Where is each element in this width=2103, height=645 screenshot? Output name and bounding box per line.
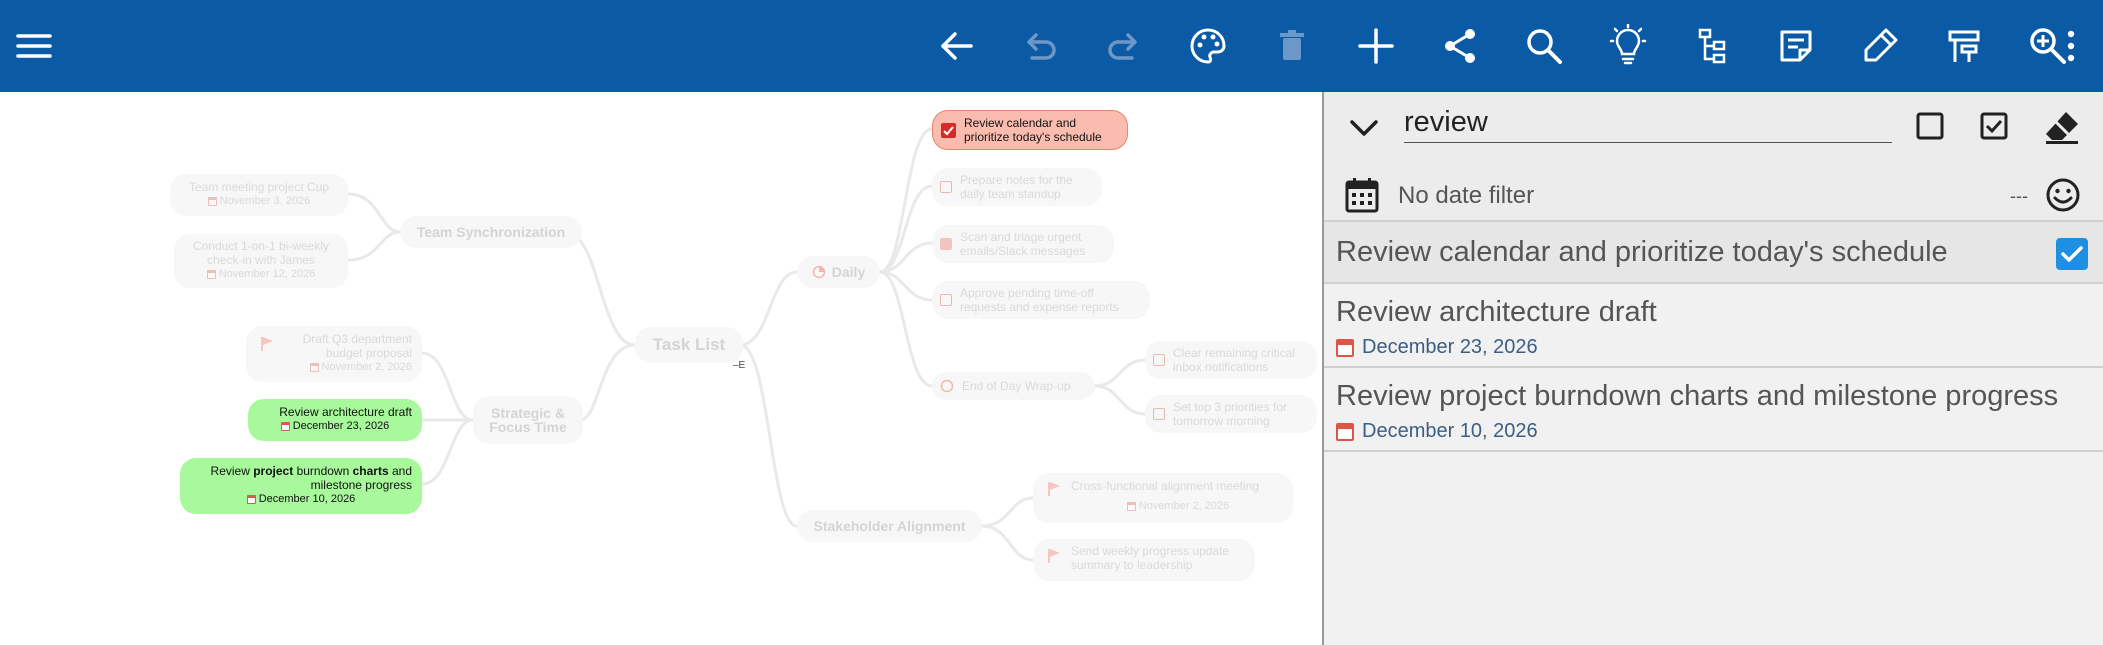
smiley-icon[interactable] (2044, 176, 2082, 214)
flag-icon (261, 337, 273, 351)
calendar-icon (1336, 422, 1354, 441)
calendar-icon (206, 269, 216, 279)
checkbox-icon[interactable] (940, 294, 952, 306)
redo-icon[interactable] (1100, 22, 1148, 70)
checkbox-icon[interactable] (1153, 354, 1165, 366)
result-checkbox-checked[interactable] (2056, 238, 2088, 270)
calendar-icon[interactable] (1344, 176, 1380, 214)
node-weekly-update[interactable]: Send weekly progress update summary to l… (1033, 539, 1255, 581)
eraser-icon[interactable] (2042, 106, 2082, 146)
date-filter-label[interactable]: No date filter (1398, 182, 1534, 210)
branch-daily[interactable]: Daily (797, 256, 880, 288)
share-icon[interactable] (1436, 22, 1484, 70)
search-input[interactable]: review (1404, 104, 1892, 143)
palette-icon[interactable] (1184, 22, 1232, 70)
node-cross-functional[interactable]: Cross-functional alignment meeting Novem… (1033, 473, 1293, 523)
search-panel: review No date filter --- Review calenda… (1322, 92, 2103, 645)
back-icon[interactable] (933, 22, 981, 70)
search-result-row[interactable]: Review calendar and prioritize today's s… (1324, 222, 2103, 284)
layout-icon[interactable] (1940, 22, 1988, 70)
node-review-calendar[interactable]: Review calendar and prioritize today's s… (932, 110, 1128, 150)
chevron-down-icon[interactable] (1344, 108, 1384, 148)
progress-icon (940, 379, 954, 393)
node-prepare-notes[interactable]: Prepare notes for the daily team standup (932, 168, 1102, 206)
node-approve-timeoff[interactable]: Approve pending time-off requests and ex… (932, 281, 1150, 319)
branch-end-of-day[interactable]: End of Day Wrap-up (932, 372, 1095, 400)
node-scan-emails[interactable]: Scan and triage urgent emails/Slack mess… (932, 225, 1114, 263)
calendar-icon (1126, 501, 1136, 511)
pen-icon[interactable] (1856, 22, 1904, 70)
calendar-icon (207, 196, 217, 206)
node-review-architecture[interactable]: Review architecture draft December 23, 2… (248, 399, 422, 441)
mindmap-canvas[interactable]: Task List –E Team Synchronization Team m… (0, 92, 1322, 645)
checkbox-empty-filter-icon[interactable] (1912, 108, 1948, 144)
lightbulb-icon[interactable] (1604, 22, 1652, 70)
menu-icon[interactable] (10, 22, 58, 70)
search-result-row[interactable]: Review project burndown charts and miles… (1324, 368, 2103, 452)
flag-icon (1048, 482, 1060, 496)
undo-icon[interactable] (1016, 22, 1064, 70)
date-filter-dash: --- (2010, 186, 2028, 206)
branch-team-synchronization[interactable]: Team Synchronization (400, 216, 582, 248)
app-toolbar (0, 0, 2103, 92)
checkbox-icon[interactable] (1153, 408, 1165, 420)
node-review-burndown[interactable]: Review project burndown charts and miles… (180, 458, 422, 514)
root-node[interactable]: Task List (635, 327, 743, 363)
calendar-icon (309, 362, 319, 372)
node-one-on-one[interactable]: Conduct 1-on-1 bi-weekly check-in with J… (174, 234, 348, 288)
tree-icon[interactable] (1688, 22, 1736, 70)
node-clear-inbox[interactable]: Clear remaining critical inbox notificat… (1145, 341, 1317, 379)
node-set-priorities[interactable]: Set top 3 priorities for tomorrow mornin… (1145, 395, 1317, 433)
collapse-marker[interactable]: –E (733, 360, 745, 371)
checkbox-checked-icon[interactable] (940, 238, 952, 250)
search-header: review No date filter --- (1324, 92, 2103, 222)
checkbox-icon[interactable] (940, 181, 952, 193)
checkbox-checked-icon[interactable] (941, 122, 956, 138)
calendar-icon (1336, 338, 1354, 357)
calendar-icon (280, 421, 290, 431)
note-icon[interactable] (1772, 22, 1820, 70)
trash-icon[interactable] (1268, 22, 1316, 70)
more-icon[interactable] (2047, 22, 2095, 70)
search-result-row[interactable]: Review architecture draft December 23, 2… (1324, 284, 2103, 368)
add-icon[interactable] (1352, 22, 1400, 70)
progress-icon (812, 265, 826, 279)
branch-stakeholder-alignment[interactable]: Stakeholder Alignment (797, 510, 982, 542)
calendar-icon (246, 494, 256, 504)
flag-icon (1048, 549, 1060, 563)
node-team-meeting[interactable]: Team meeting project Cup November 3, 202… (170, 174, 348, 216)
branch-strategic-focus-time[interactable]: Strategic & Focus Time (473, 396, 583, 444)
node-draft-q3[interactable]: Draft Q3 department budget proposal Nove… (246, 326, 422, 382)
search-icon[interactable] (1520, 22, 1568, 70)
checkbox-checked-filter-icon[interactable] (1976, 108, 2012, 144)
